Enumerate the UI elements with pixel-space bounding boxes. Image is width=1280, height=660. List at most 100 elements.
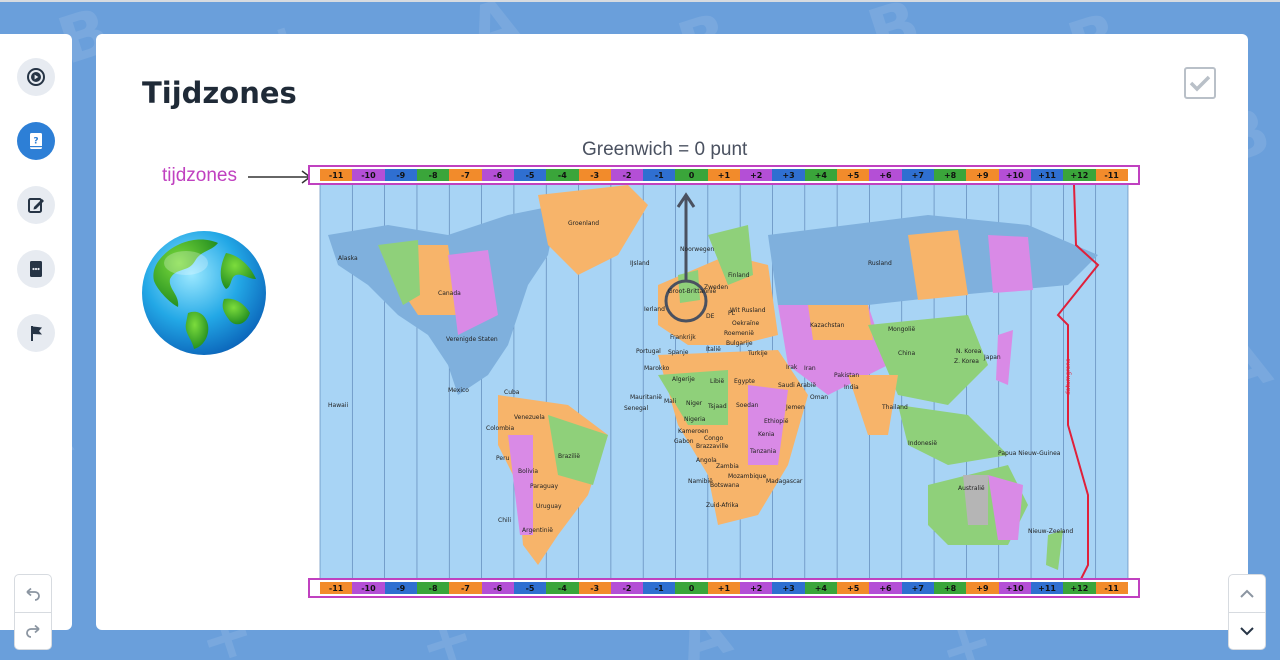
timezone-cell: -4 [546, 169, 579, 181]
place-label: Botswana [710, 482, 740, 489]
timezone-cell: +5 [837, 582, 870, 594]
place-label: IJsland [630, 260, 650, 267]
timezone-cell: -11 [1095, 582, 1128, 594]
timezone-cell: -6 [481, 582, 514, 594]
timezone-cell: -1 [643, 582, 676, 594]
timezones-arrow [248, 170, 312, 184]
place-label: Soedan [736, 402, 759, 409]
next-page-button[interactable] [1229, 612, 1265, 649]
place-label: Mexico [448, 387, 469, 394]
timezone-cell: -9 [384, 582, 417, 594]
timezone-cell: +3 [772, 169, 805, 181]
timezone-cell: +1 [707, 169, 741, 181]
chevron-down-icon [1240, 627, 1254, 636]
place-label: Venezuela [514, 414, 545, 421]
timezone-cell: -11 [1095, 169, 1128, 181]
place-label: Brazilië [558, 453, 580, 460]
place-label: Senegal [624, 405, 648, 412]
place-label: Portugal [636, 348, 661, 355]
place-label: Hawaii [328, 402, 348, 409]
book-question-icon: ? [30, 133, 42, 149]
place-label: Bolivia [518, 468, 538, 475]
place-label: Oman [810, 394, 828, 401]
place-label: Rusland [868, 260, 892, 267]
undo-redo-group [14, 574, 52, 650]
place-label: Madagascar [766, 478, 803, 485]
chat-book-icon [30, 261, 42, 277]
timezone-cell: +7 [901, 582, 934, 594]
russia-orange [908, 230, 968, 300]
place-label: Angola [696, 457, 717, 464]
dateline-label: datumgrens [1065, 359, 1072, 395]
mark-complete-checkbox[interactable] [1184, 67, 1216, 99]
timezone-cell: +2 [740, 582, 773, 594]
timezone-cell: +9 [966, 169, 999, 181]
sidebar-item-notes[interactable] [17, 250, 55, 288]
globe-image [142, 231, 266, 355]
place-label: Alaska [338, 255, 358, 262]
place-label: Algerije [672, 376, 695, 383]
timezone-cell: -7 [449, 582, 482, 594]
timezone-cell: -7 [449, 169, 482, 181]
place-label: Japan [983, 354, 1001, 361]
place-label: Iran [804, 365, 816, 372]
place-label: Congo [704, 435, 723, 442]
timezone-cell: 0 [675, 582, 708, 594]
sidebar-item-questions[interactable]: ? [17, 122, 55, 160]
timezone-cell: +8 [933, 582, 967, 594]
place-label: Ierland [644, 306, 665, 313]
timezone-strip-top: -11 -10 -9 -8 -7 -6 -5 -4 -3 -2 -1 0 +1 +2 +3 +4 +5 +6 +7 +… [308, 165, 1140, 185]
timezone-cell: +6 [869, 169, 902, 181]
timezone-cell: -11 [320, 169, 353, 181]
place-label: Turkije [747, 350, 768, 357]
place-label: Zuid-Afrika [706, 502, 739, 509]
place-label: Colombia [486, 425, 515, 432]
place-label: Mauritanië [630, 394, 662, 401]
place-label: Noorwegen [680, 246, 714, 253]
timezone-cell: +2 [740, 169, 773, 181]
place-label: Marokko [644, 365, 670, 372]
page-nav [1228, 574, 1266, 650]
undo-icon [26, 587, 40, 601]
place-label: PL [728, 310, 736, 317]
place-label: Papua Nieuw-Guinea [998, 450, 1061, 457]
timezone-cell: +4 [804, 582, 837, 594]
edit-icon [28, 198, 44, 213]
place-label: Zambia [716, 463, 739, 470]
play-circle-icon [27, 68, 45, 86]
svg-text:?: ? [33, 137, 38, 147]
timezone-cell: +12 [1063, 582, 1096, 594]
sidebar-item-theory[interactable] [17, 58, 55, 96]
sidebar: ? [0, 34, 72, 650]
timezone-cell: -3 [578, 582, 611, 594]
sidebar-item-flag[interactable] [17, 314, 55, 352]
timezone-cell: +12 [1063, 169, 1096, 181]
place-label: Oekraïne [732, 320, 760, 327]
timezone-cell: -8 [416, 169, 450, 181]
redo-button[interactable] [15, 612, 51, 649]
timezone-cell: +10 [998, 582, 1031, 594]
top-border [0, 0, 1280, 2]
timezone-cell: +11 [1030, 169, 1064, 181]
uk [678, 270, 700, 303]
place-label: Pakistan [834, 372, 859, 379]
place-label: Uruguay [536, 503, 562, 510]
timezone-cell: -8 [416, 582, 450, 594]
timezone-cell: +9 [966, 582, 999, 594]
place-label: Kenia [758, 431, 775, 438]
undo-button[interactable] [15, 575, 51, 612]
place-label: China [898, 350, 915, 357]
place-label: Cuba [504, 389, 520, 396]
sidebar-item-edit[interactable] [17, 186, 55, 224]
timezone-cell: -3 [578, 169, 611, 181]
timezones-label: tijdzones [162, 165, 237, 186]
place-label: Mongolië [888, 326, 915, 333]
timezone-cell: +10 [998, 169, 1031, 181]
place-label: India [844, 384, 859, 391]
place-label: Tanzania [749, 448, 776, 455]
flag-icon [31, 326, 42, 341]
previous-page-button[interactable] [1229, 575, 1265, 612]
timezone-cell: -11 [320, 582, 353, 594]
page-title: Tijdzones [142, 76, 297, 110]
timezone-cell: 0 [675, 169, 708, 181]
